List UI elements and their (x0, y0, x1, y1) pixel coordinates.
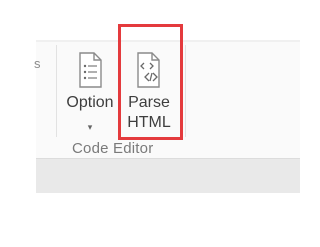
group-separator-right (185, 45, 186, 137)
previous-group-label-fragment: s (34, 56, 41, 71)
ribbon-bottom-bar (36, 158, 300, 193)
highlight-outline (118, 24, 183, 140)
group-separator (56, 45, 57, 137)
group-label-code-editor: Code Editor (72, 140, 154, 157)
chevron-down-icon: ▾ (87, 122, 93, 132)
document-list-icon (70, 50, 110, 90)
option-button[interactable]: Option ▾ (61, 46, 119, 142)
option-button-label: Option (66, 94, 114, 111)
